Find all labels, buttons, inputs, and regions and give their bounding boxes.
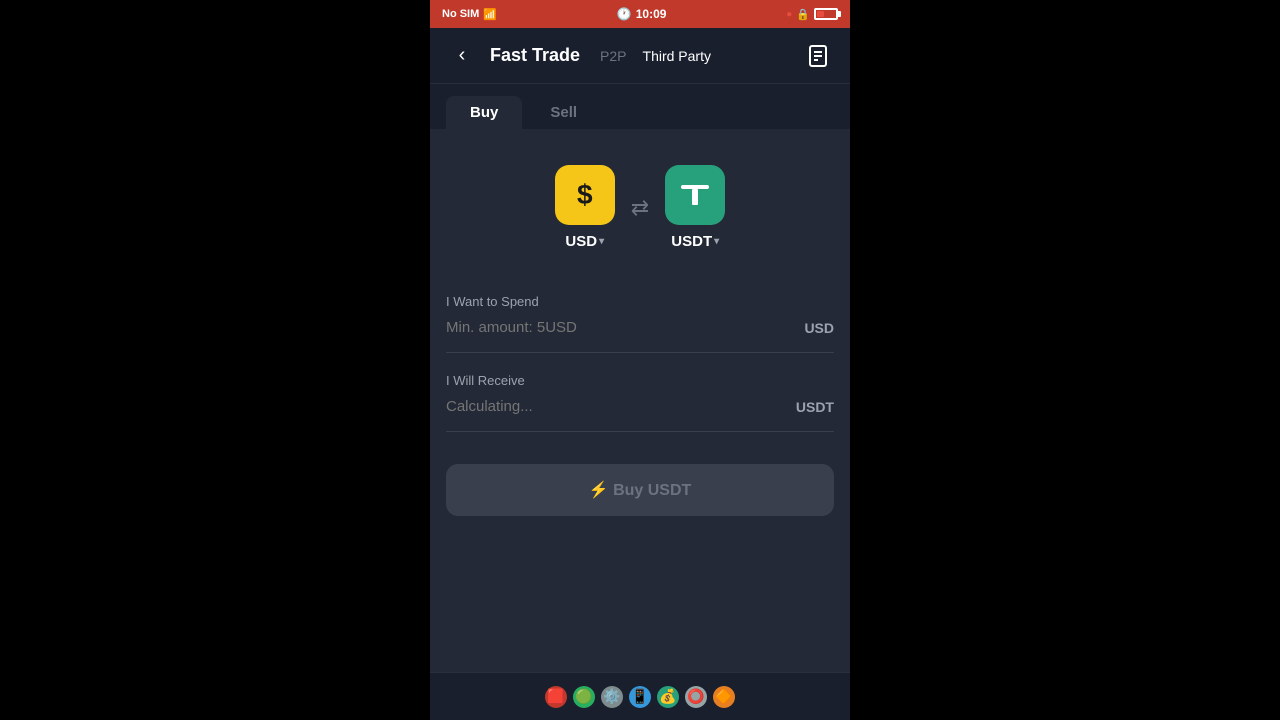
spend-input-row: USD — [446, 319, 834, 336]
receive-label: I Will Receive — [446, 373, 834, 388]
to-currency-selector[interactable]: USDT ▾ — [665, 165, 725, 250]
spend-input[interactable] — [446, 319, 804, 336]
from-currency-selector[interactable]: $ USD ▾ — [555, 165, 615, 250]
clock-icon: 🕐 — [617, 7, 632, 21]
currency-selector: $ USD ▾ ⇄ USDT ▾ — [446, 149, 834, 266]
status-center: 🕐 10:09 — [617, 7, 667, 21]
receipt-icon — [806, 44, 830, 68]
to-chevron-icon: ▾ — [714, 236, 719, 247]
back-button[interactable]: ‹ — [446, 40, 478, 72]
page-title: Fast Trade — [490, 45, 580, 66]
spend-currency-label: USD — [804, 320, 834, 336]
tabs-container: Buy Sell — [430, 84, 850, 129]
tab-sell[interactable]: Sell — [526, 96, 601, 129]
receipt-button[interactable] — [802, 40, 834, 72]
status-left: No SIM 📶 — [442, 8, 497, 21]
tab-buy[interactable]: Buy — [446, 96, 522, 129]
dock-icon-2[interactable]: 🟢 — [573, 686, 595, 708]
buy-button-label: ⚡ Buy USDT — [589, 480, 692, 500]
usdt-tether-logo — [679, 179, 711, 211]
main-content: $ USD ▾ ⇄ USDT ▾ — [430, 129, 850, 672]
dot-red: ● — [786, 9, 792, 20]
wifi-icon: 📶 — [483, 8, 497, 21]
time-text: 10:09 — [636, 7, 667, 21]
to-currency-label: USDT ▾ — [671, 233, 719, 250]
receive-section: I Will Receive USDT — [446, 373, 834, 432]
spend-label: I Want to Spend — [446, 294, 834, 309]
header-nav: P2P Third Party — [600, 48, 711, 64]
spend-section: I Want to Spend USD — [446, 294, 834, 353]
nav-p2p[interactable]: P2P — [600, 48, 626, 64]
header: ‹ Fast Trade P2P Third Party — [430, 28, 850, 84]
from-chevron-icon: ▾ — [599, 236, 604, 247]
status-right: ● 🔒 — [786, 8, 838, 21]
dock-icon-4[interactable]: 📱 — [629, 686, 651, 708]
back-arrow-icon: ‹ — [459, 44, 466, 67]
dock-icon-3[interactable]: ⚙️ — [601, 686, 623, 708]
battery-icon — [814, 8, 838, 20]
usdt-icon — [665, 165, 725, 225]
bottom-bar: 🟥 🟢 ⚙️ 📱 💰 ⭕ 🔶 — [430, 672, 850, 720]
carrier-text: No SIM — [442, 8, 479, 20]
dock-icon-6[interactable]: ⭕ — [685, 686, 707, 708]
dock-icon-7[interactable]: 🔶 — [713, 686, 735, 708]
usd-icon: $ — [555, 165, 615, 225]
from-currency-label: USD ▾ — [565, 233, 604, 250]
nav-third-party[interactable]: Third Party — [643, 48, 711, 64]
lock-icon: 🔒 — [796, 8, 810, 21]
swap-button[interactable]: ⇄ — [631, 195, 649, 221]
receive-input-row: USDT — [446, 398, 834, 415]
dock-icon-5[interactable]: 💰 — [657, 686, 679, 708]
buy-usdt-button[interactable]: ⚡ Buy USDT — [446, 464, 834, 516]
receive-input[interactable] — [446, 398, 796, 415]
dock-icon-1[interactable]: 🟥 — [545, 686, 567, 708]
receive-currency-label: USDT — [796, 399, 834, 415]
status-bar: No SIM 📶 🕐 10:09 ● 🔒 — [430, 0, 850, 28]
